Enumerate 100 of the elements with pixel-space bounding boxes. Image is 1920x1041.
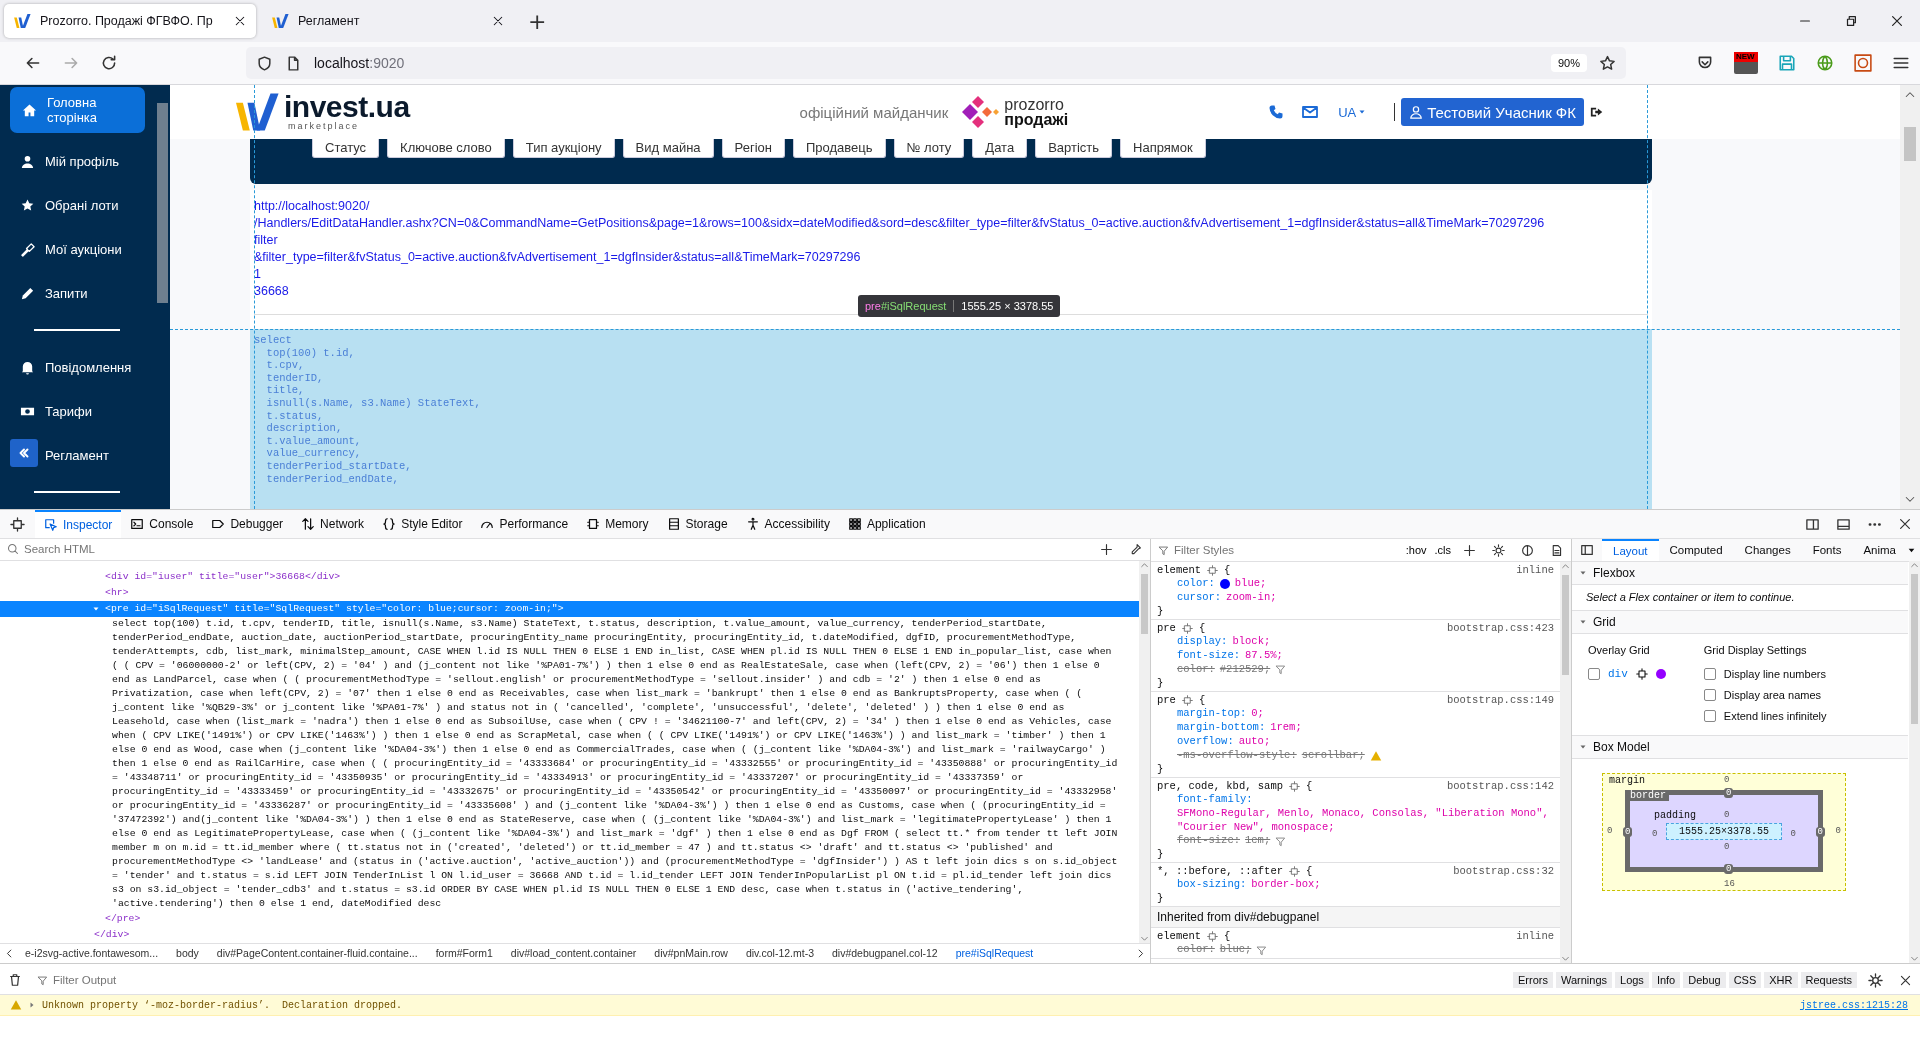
filter-button[interactable]: Напрямок: [1120, 139, 1206, 158]
rule-source-link[interactable]: bootstrap.css:32: [1453, 865, 1554, 878]
envelope-icon[interactable]: [1302, 104, 1319, 120]
breadcrumb[interactable]: body: [168, 947, 207, 960]
browser-tab[interactable]: Prozorro. Продажі ФГВФО. Пр: [4, 4, 256, 38]
section-header[interactable]: Box Model: [1572, 736, 1908, 759]
trash-icon[interactable]: [8, 973, 22, 987]
log-filter-button[interactable]: Requests: [1800, 972, 1857, 988]
sidebar-item[interactable]: Обрані лоти: [0, 183, 155, 227]
crosshair-icon[interactable]: [1289, 780, 1301, 792]
contrast-icon[interactable]: [1521, 543, 1534, 557]
markup-node[interactable]: <hr>: [0, 584, 1139, 601]
hover-state-toggle[interactable]: :hov: [1401, 544, 1431, 556]
log-filter-button[interactable]: XHR: [1764, 972, 1798, 988]
devtools-tab[interactable]: Memory: [577, 510, 658, 538]
log-filter-button[interactable]: Warnings: [1555, 972, 1612, 988]
video-extension-icon[interactable]: NEW: [1734, 52, 1758, 74]
css-declaration[interactable]: display: block;: [1157, 635, 1554, 650]
new-tab-button[interactable]: +: [520, 8, 555, 34]
log-filter-button[interactable]: Info: [1651, 972, 1681, 988]
crosshair-icon[interactable]: [1635, 668, 1648, 680]
devtools-tab[interactable]: Accessibility: [736, 510, 839, 538]
globe-icon[interactable]: [1816, 54, 1834, 72]
grid-element-link[interactable]: div: [1608, 668, 1628, 680]
css-declaration[interactable]: margin-bottom: 1rem;: [1157, 721, 1554, 736]
rule-source-link[interactable]: bootstrap.css:149: [1446, 694, 1554, 707]
filter-icon[interactable]: [1275, 835, 1287, 847]
css-declaration[interactable]: color: blue;: [1157, 577, 1554, 592]
filter-button[interactable]: Статус: [312, 139, 380, 158]
css-declaration[interactable]: color: #212529;: [1157, 663, 1554, 678]
section-header[interactable]: Flexbox: [1572, 562, 1908, 585]
close-icon[interactable]: [234, 15, 246, 27]
filter-button[interactable]: Вартість: [1035, 139, 1113, 158]
add-rule-icon[interactable]: [1463, 543, 1476, 557]
devtools-tab[interactable]: Performance: [471, 510, 578, 538]
dock-icon[interactable]: [1836, 516, 1851, 532]
collapse-button[interactable]: [10, 439, 38, 467]
close-icon[interactable]: [1890, 14, 1904, 28]
logout-icon[interactable]: [1590, 105, 1604, 119]
floppy-icon[interactable]: [1778, 54, 1796, 72]
reload-icon[interactable]: [100, 54, 118, 72]
filter-output-field[interactable]: Filter Output: [51, 973, 1513, 987]
sidebar-item[interactable]: Головна сторінка: [10, 87, 145, 133]
css-declaration[interactable]: font-family: SFMono-Regular, Menlo, Monaco, Consolas, "Liberation Mono", "Courier New", monospace;: [1157, 793, 1554, 835]
panel-tab[interactable]: Computed: [1658, 539, 1734, 561]
scrollbar-thumb[interactable]: [1141, 573, 1148, 634]
language-dropdown[interactable]: UA: [1332, 103, 1373, 121]
filter-button[interactable]: № лоту: [893, 139, 965, 158]
sidebar-toggle-icon[interactable]: [1580, 543, 1594, 557]
document-icon[interactable]: [1550, 543, 1563, 557]
filter-button[interactable]: Дата: [972, 139, 1028, 158]
sidebar-item[interactable]: Запити: [0, 271, 155, 315]
log-filter-button[interactable]: Logs: [1615, 972, 1649, 988]
section-header[interactable]: Grid: [1572, 611, 1908, 634]
sidebar-item[interactable]: Повідомлення: [0, 345, 155, 389]
crosshair-icon[interactable]: [1289, 865, 1301, 877]
color-dot[interactable]: [1655, 669, 1666, 679]
sidebar-item[interactable]: Мої аукціони: [0, 227, 155, 271]
filter-button[interactable]: Вид майна: [622, 139, 714, 158]
devtools-tab[interactable]: Debugger: [202, 510, 293, 538]
search-field[interactable]: Search HTML: [22, 542, 1092, 557]
breadcrumb[interactable]: pre#iSqlRequest: [947, 947, 1042, 960]
breadcrumb[interactable]: form#Form1: [427, 947, 501, 960]
panel-tab[interactable]: Anima: [1852, 539, 1907, 561]
rule-source-link[interactable]: bootstrap.css:142: [1446, 780, 1554, 793]
zoom-level[interactable]: 90%: [1550, 54, 1587, 72]
filter-button[interactable]: Продавець: [792, 139, 886, 158]
eyedropper-icon[interactable]: [1129, 542, 1142, 556]
markup-node[interactable]: <pre id="iSqlRequest" title="SqlRequest" style="color: blue;cursor: zoom-in;">: [0, 600, 1139, 617]
css-declaration[interactable]: font-size: 87.5%;: [1157, 649, 1554, 664]
rule-source-link[interactable]: inline: [1516, 564, 1554, 576]
close-icon[interactable]: [1899, 973, 1912, 987]
breadcrumb[interactable]: div.col-12.mt-3: [737, 947, 822, 960]
scrollbar-thumb[interactable]: [1911, 574, 1918, 724]
crosshair-icon[interactable]: [1181, 694, 1193, 706]
browser-tab[interactable]: Регламент: [262, 4, 514, 38]
phone-icon[interactable]: [1268, 104, 1285, 120]
checkbox[interactable]: [1703, 689, 1716, 701]
devtools-tab[interactable]: Storage: [657, 510, 737, 538]
element-picker-icon[interactable]: [10, 516, 25, 532]
scrollbar-thumb[interactable]: [1904, 127, 1916, 161]
color-swatch[interactable]: [1219, 578, 1230, 589]
breadcrumb[interactable]: div#debugpanel.col-12: [824, 947, 946, 960]
devtools-tab[interactable]: Application: [838, 510, 935, 538]
filter-button[interactable]: Тип аукціону: [512, 139, 615, 158]
css-declaration[interactable]: overflow: auto;: [1157, 735, 1554, 750]
scrollbar-thumb[interactable]: [157, 103, 168, 303]
css-declaration[interactable]: margin-top: 0;: [1157, 707, 1554, 722]
log-filter-button[interactable]: Debug: [1683, 972, 1726, 988]
sun-icon[interactable]: [1492, 543, 1505, 557]
log-filter-button[interactable]: CSS: [1728, 972, 1762, 988]
devtools-tab[interactable]: Style Editor: [373, 510, 472, 538]
class-toggle[interactable]: .cls: [1430, 544, 1455, 556]
filter-icon[interactable]: [1275, 664, 1287, 676]
breadcrumb[interactable]: div#load_content.container: [502, 947, 645, 960]
devtools-tab[interactable]: Console: [121, 510, 203, 538]
devtools-tab[interactable]: Inspector: [35, 510, 122, 538]
crosshair-icon[interactable]: [1181, 622, 1193, 634]
split-view-icon[interactable]: [1805, 516, 1820, 532]
settings-icon[interactable]: [1868, 972, 1883, 988]
